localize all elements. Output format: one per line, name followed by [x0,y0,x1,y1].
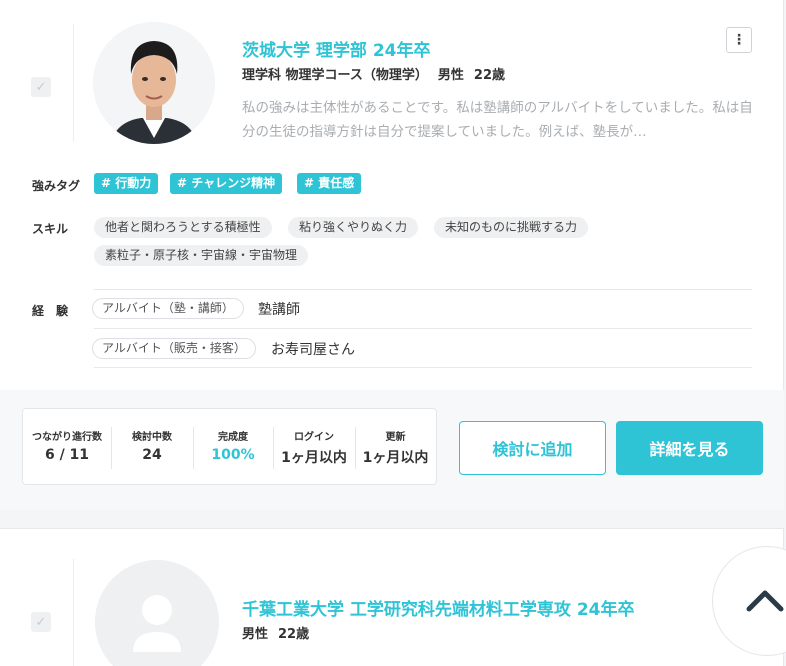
check-icon: ✓ [35,614,47,630]
skill-chip: 他者と関わろうとする積極性 [94,217,272,238]
experience-detail: 塾講師 [258,302,300,318]
strength-tags-label: 強みタグ [32,179,81,193]
stat-label: ログイン [294,432,334,443]
profile-meta: 理学科 物理学コース（物理学） 男性 22歳 [242,64,515,83]
stat-completion: 完成度 100% [193,409,273,486]
gender: 男性 [437,68,464,83]
stat-value: 1ヶ月以内 [281,450,347,466]
skill-chip: 素粒子・原子核・宇宙線・宇宙物理 [94,245,309,266]
divider [94,367,752,368]
divider [94,289,752,290]
stat-label: 更新 [385,432,406,443]
divider [73,24,74,142]
stat-connections: つながり進行数 6 / 11 [23,409,111,486]
school-name[interactable]: 茨城大学 理学部 24年卒 [242,36,431,61]
age: 22歳 [278,627,310,642]
avatar [93,22,215,144]
experience-detail: お寿司屋さん [271,342,355,358]
self-intro: 私の強みは主体性があることです。私は塾講師のアルバイトをしていました。私は自分の… [242,100,753,140]
age: 22歳 [473,68,505,83]
more-vertical-icon: ⋮ [732,32,746,48]
stat-updated: 更新 1ヶ月以内 [355,409,436,486]
avatar-placeholder [95,560,219,666]
stat-label: つながり進行数 [32,432,102,443]
candidate-card: ✓ 千葉工業大学 工学研究科先端材料工学専攻 24年卒 男性 22歳 [0,528,784,666]
stat-considering: 検討中数 24 [111,409,193,486]
select-checkbox[interactable]: ✓ [31,612,51,632]
strength-tag: # チャレンジ精神 [170,173,283,194]
school-name[interactable]: 千葉工業大学 工学研究科先端材料工学専攻 24年卒 [242,595,635,620]
stat-value: 1ヶ月以内 [362,450,429,466]
divider [73,559,74,666]
department: 理学科 物理学コース（物理学） [242,68,428,83]
stat-login: ログイン 1ヶ月以内 [273,409,355,486]
strength-tag: # 責任感 [297,173,362,194]
skills-label: スキル [32,222,69,236]
strength-tag: # 行動力 [94,173,159,194]
divider [94,328,752,329]
view-details-button[interactable]: 詳細を見る [616,421,763,475]
stat-value: 100% [211,447,255,463]
stat-label: 完成度 [218,432,248,443]
add-to-consider-button[interactable]: 検討に追加 [459,421,606,475]
candidate-card: ✓ 茨城大学 理学部 24年卒 理学科 物理学コース（物理学） 男性 22歳 私の強… [0,0,784,510]
skill-chip: 未知のものに挑戦する力 [434,217,589,238]
experience-category: アルバイト（塾・講師） [92,298,244,319]
stats-panel: つながり進行数 6 / 11 検討中数 24 完成度 100% ログイン 1ヶ月… [22,408,437,485]
select-checkbox[interactable]: ✓ [31,77,51,97]
stat-label: 検討中数 [132,432,172,443]
profile-meta: 男性 22歳 [242,623,319,642]
more-menu-button[interactable]: ⋮ [726,27,752,53]
gender: 男性 [242,627,269,642]
experience-category: アルバイト（販売・接客） [92,338,256,359]
scroll-to-top-button[interactable] [712,546,786,656]
portrait-image [93,22,215,144]
experience-label: 経 験 [32,304,69,318]
stat-value: 6 / 11 [44,447,90,463]
chevron-up-icon [746,590,784,612]
user-icon [95,560,219,666]
stat-value: 24 [142,447,162,463]
check-icon: ✓ [35,79,47,95]
skill-chip: 粘り強くやりぬく力 [288,217,419,238]
